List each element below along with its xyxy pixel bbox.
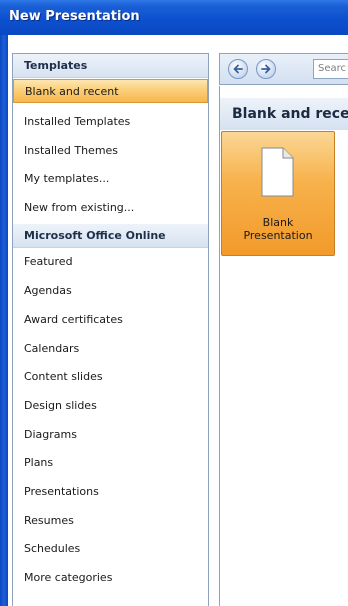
search-input[interactable]: Searc xyxy=(313,59,348,79)
window-title: New Presentation xyxy=(9,9,140,24)
tile-caption-line1: Blank xyxy=(262,216,294,229)
title-bar[interactable]: New Presentation xyxy=(0,0,348,35)
forward-arrow-icon xyxy=(261,64,271,74)
sidebar-item-new-from-existing[interactable]: New from existing... xyxy=(13,196,208,220)
back-arrow-icon xyxy=(233,64,243,74)
sidebar-item-schedules[interactable]: Schedules xyxy=(13,537,208,561)
sidebar-item-award-certificates[interactable]: Award certificates xyxy=(13,308,208,332)
template-tile-blank-presentation[interactable]: Blank Presentation xyxy=(221,131,335,256)
sidebar-header-templates: Templates xyxy=(13,54,208,78)
sidebar-item-blank-and-recent[interactable]: Blank and recent xyxy=(13,79,208,103)
sidebar-item-calendars[interactable]: Calendars xyxy=(13,337,208,361)
template-categories-sidebar: Templates Blank and recent Installed Tem… xyxy=(12,53,209,606)
back-button[interactable] xyxy=(228,59,248,79)
search-placeholder: Searc xyxy=(318,63,347,74)
sidebar-item-installed-themes[interactable]: Installed Themes xyxy=(13,139,208,163)
window-frame-left xyxy=(0,35,8,606)
section-title: Blank and recent xyxy=(220,98,348,130)
sidebar-item-content-slides[interactable]: Content slides xyxy=(13,365,208,389)
forward-button[interactable] xyxy=(256,59,276,79)
sidebar-item-presentations[interactable]: Presentations xyxy=(13,480,208,504)
sidebar-item-diagrams[interactable]: Diagrams xyxy=(13,423,208,447)
sidebar-item-resumes[interactable]: Resumes xyxy=(13,509,208,533)
navigation-toolbar: Searc xyxy=(219,53,348,85)
templates-content-pane: Blank and recent Blank Presentation xyxy=(219,86,348,606)
tile-caption-line2: Presentation xyxy=(243,229,313,242)
sidebar-item-more-categories[interactable]: More categories xyxy=(13,566,208,590)
blank-document-icon xyxy=(261,147,294,197)
sidebar-header-office-online: Microsoft Office Online xyxy=(13,224,208,248)
sidebar-item-my-templates[interactable]: My templates... xyxy=(13,167,208,191)
sidebar-item-plans[interactable]: Plans xyxy=(13,451,208,475)
sidebar-item-featured[interactable]: Featured xyxy=(13,250,208,274)
sidebar-item-design-slides[interactable]: Design slides xyxy=(13,394,208,418)
sidebar-item-installed-templates[interactable]: Installed Templates xyxy=(13,110,208,134)
sidebar-item-agendas[interactable]: Agendas xyxy=(13,279,208,303)
tile-caption: Blank Presentation xyxy=(222,216,334,242)
